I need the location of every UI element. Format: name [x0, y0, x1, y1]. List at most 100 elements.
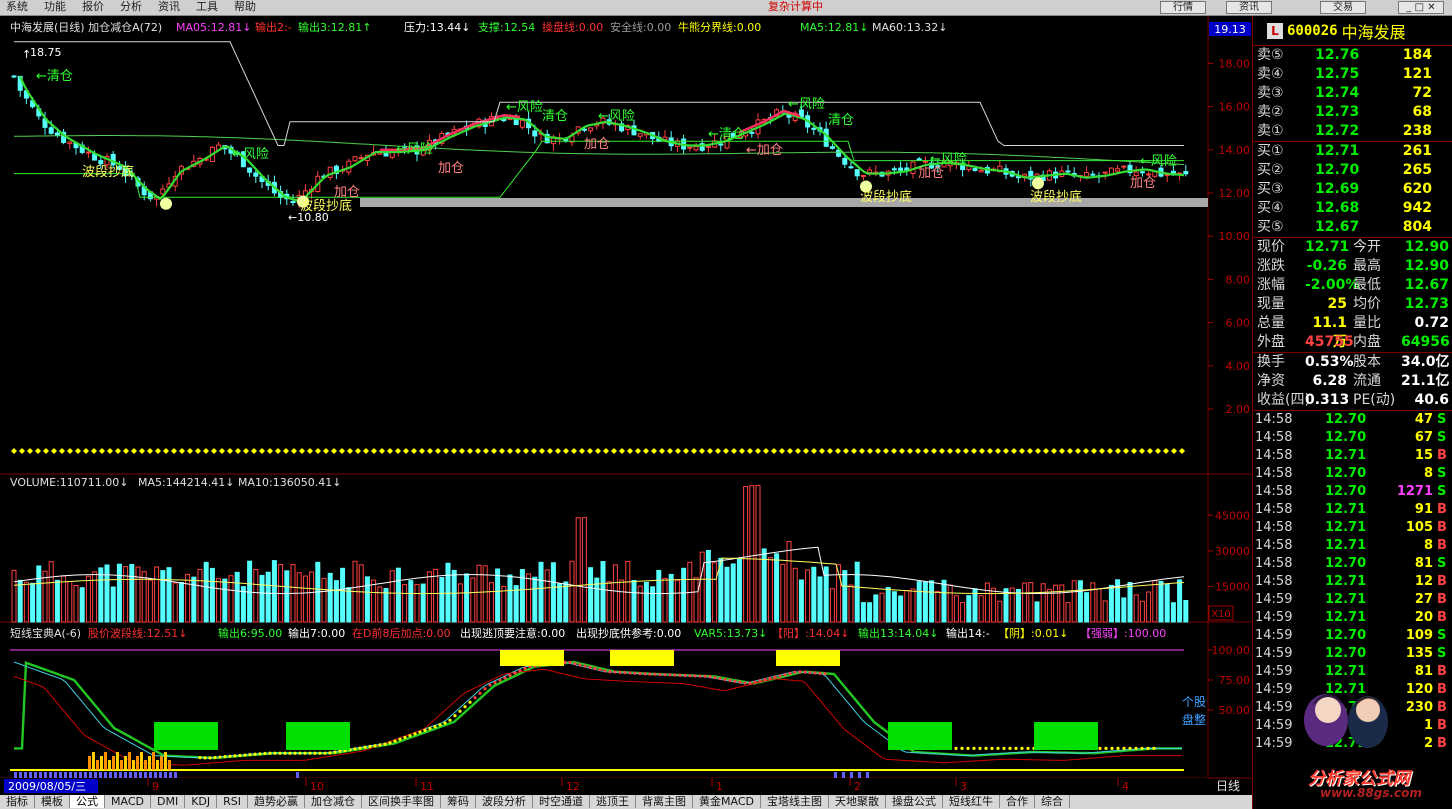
- indicator-tab[interactable]: 综合: [1035, 795, 1070, 808]
- oscillator-dot: [678, 673, 682, 677]
- oscillator-dot: [653, 672, 657, 676]
- indicator-tab[interactable]: 宝塔线主图: [761, 795, 829, 808]
- oscillator-dot: [478, 691, 482, 695]
- indicator-tab[interactable]: 模板: [35, 795, 70, 808]
- x-axis: [0, 778, 1208, 795]
- indicator-tab[interactable]: 短线红牛: [943, 795, 1000, 808]
- volume-bar: [42, 570, 48, 623]
- volume-bar: [1077, 580, 1083, 623]
- stat-label: 涨跌: [1257, 258, 1285, 274]
- indicator-tab[interactable]: 背离主图: [636, 795, 694, 808]
- indicator-tab[interactable]: 公式: [70, 795, 105, 808]
- tick-list[interactable]: 14:58 12.70 47 S 14:58 12.70 67 S 14:58 12.71 15 B 1…: [1253, 411, 1452, 753]
- volume-bar: [327, 572, 333, 623]
- signal-annotation: 加仓: [584, 137, 610, 152]
- candle-body: [860, 174, 866, 177]
- chart-area[interactable]: 18.00 16.00 14.00 12.00 10.00 8.00 6.00 4.00 2.0…: [0, 16, 1252, 795]
- volume-bar: [408, 580, 414, 623]
- indicator-value: 输出13:14.04↓: [858, 626, 938, 640]
- stat-value: 12.90: [1404, 239, 1449, 255]
- candle-body: [916, 158, 922, 161]
- signal-bar: [132, 760, 135, 770]
- indicator-tab[interactable]: KDJ: [185, 795, 218, 808]
- menu-item[interactable]: 系统: [6, 0, 28, 13]
- tick-price: 12.70: [1325, 646, 1367, 661]
- stat-row: 总量 11.1万 量比 0.72: [1253, 314, 1452, 350]
- indicator-tab[interactable]: 区间换手率图: [362, 795, 442, 808]
- oscillator-dot: [990, 746, 994, 751]
- volume-bar: [172, 582, 178, 623]
- order-volume: 68: [1412, 104, 1432, 120]
- candle-body: [1146, 173, 1152, 176]
- indicator-tab[interactable]: 天地聚散: [829, 795, 886, 808]
- stat-label: 换手: [1257, 354, 1285, 370]
- indicator-tab[interactable]: 黄金MACD: [693, 795, 761, 808]
- tick-price: 12.71: [1325, 592, 1367, 607]
- candle-body: [898, 167, 904, 171]
- tick-row: 14:58 12.71 91 B: [1253, 501, 1452, 519]
- indicator-tab[interactable]: DMI: [150, 795, 186, 808]
- tick-time: 14:59: [1255, 592, 1293, 607]
- signal-annotation: ←风险: [1140, 154, 1177, 169]
- indicator-tab[interactable]: 逃顶王: [590, 795, 637, 808]
- stat-value: 45755: [1305, 334, 1354, 350]
- quote-panel: L 600026 中海发展 卖⑤ 12.76 184 卖④ 12.75 121 卖③ 12.7…: [1252, 16, 1452, 809]
- oscillator-dot: [288, 751, 292, 755]
- candle-body: [891, 168, 897, 171]
- tick-side: S: [1437, 466, 1447, 481]
- tick-time: 14:59: [1255, 736, 1293, 751]
- menu-item[interactable]: 功能: [44, 0, 66, 13]
- volume-bar: [1015, 588, 1021, 623]
- tick-row: 14:59 12.71 1 B: [1253, 717, 1452, 735]
- stock-name[interactable]: 中海发展: [1342, 19, 1406, 43]
- oscillator-dot: [333, 750, 337, 754]
- stock-code[interactable]: 600026: [1287, 23, 1338, 39]
- y-tick-label: 16.00: [1219, 101, 1251, 114]
- volume-bar: [730, 563, 736, 623]
- menu-item[interactable]: 帮助: [234, 0, 256, 13]
- tick-row: 14:58 12.71 15 B: [1253, 447, 1452, 465]
- oscillator-dot: [753, 680, 757, 684]
- window-controls[interactable]: _ □ ✕: [1398, 1, 1444, 14]
- indicator-tab[interactable]: 波段分析: [476, 795, 534, 808]
- oscillator-dot: [954, 746, 958, 751]
- tab-button-trade[interactable]: 交易: [1320, 1, 1366, 14]
- menu-item[interactable]: 分析: [120, 0, 142, 13]
- indicator-tab[interactable]: RSI: [217, 795, 249, 808]
- indicator-tab[interactable]: 时空通道: [533, 795, 591, 808]
- indicator-tab[interactable]: 操盘公式: [886, 795, 943, 808]
- oscillator-dot: [618, 670, 622, 674]
- volume-bar: [767, 557, 773, 623]
- tick-row: 14:59 12.71 230 B: [1253, 699, 1452, 717]
- oscillator-dot: [443, 721, 447, 725]
- menu-item[interactable]: 报价: [82, 0, 104, 13]
- oscillator-dot: [353, 747, 357, 751]
- tab-button-news[interactable]: 资讯: [1226, 1, 1272, 14]
- top-warning-box: [610, 650, 674, 666]
- volume-bar: [92, 571, 98, 623]
- indicator-tab[interactable]: 筹码: [441, 795, 477, 808]
- volume-bar: [116, 563, 122, 623]
- volume-bar: [532, 576, 538, 623]
- volume-bar: [1053, 584, 1059, 623]
- indicator-tab[interactable]: MACD: [105, 795, 151, 808]
- menu-item[interactable]: 工具: [196, 0, 218, 13]
- volume-bar: [433, 568, 439, 623]
- indicator-tab[interactable]: 合作: [1000, 795, 1035, 808]
- volume-bar: [631, 579, 637, 623]
- volume-bar: [1133, 594, 1139, 623]
- volume-unit-label: X10: [1211, 609, 1231, 620]
- indicator-tab[interactable]: 加仓减仓: [305, 795, 363, 808]
- tab-button-quote[interactable]: 行情: [1160, 1, 1206, 14]
- volume-bar: [203, 561, 209, 623]
- indicator-tab[interactable]: 趋势必赢: [248, 795, 306, 808]
- volume-bar: [17, 579, 23, 623]
- oscillator-dot: [748, 681, 752, 685]
- volume-bar: [681, 567, 687, 623]
- bottom-signal-box: [1034, 722, 1098, 750]
- candle-body: [327, 166, 333, 178]
- oscillator-dot: [238, 753, 242, 758]
- candle-body: [829, 146, 835, 149]
- menu-item[interactable]: 资讯: [158, 0, 180, 13]
- indicator-tab[interactable]: 指标: [0, 795, 35, 808]
